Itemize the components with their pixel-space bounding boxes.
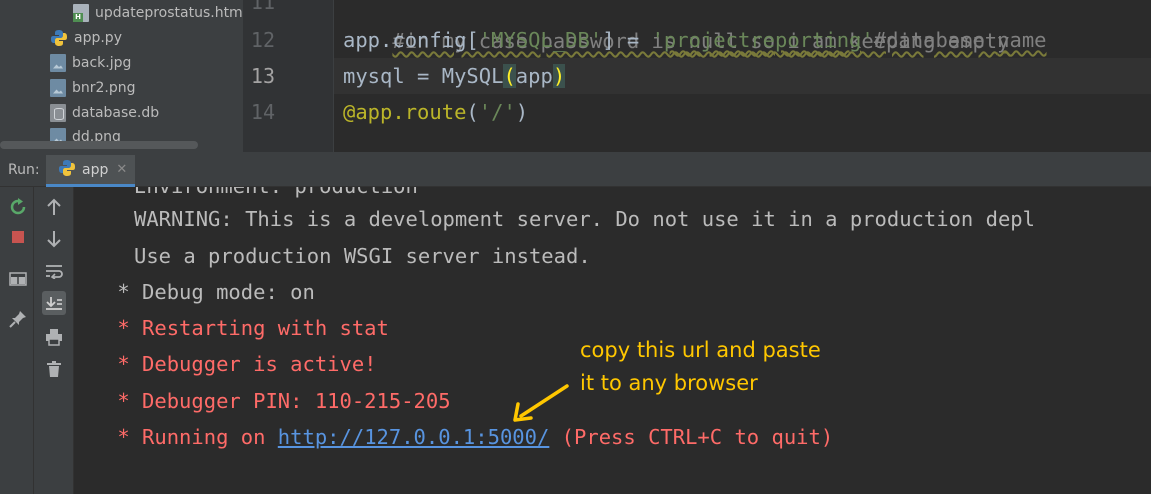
- run-label: Run:: [8, 162, 40, 178]
- code-line-13: mysql = MySQL(app): [343, 58, 566, 94]
- console-line-wsgi: Use a production WSGI server instead.: [134, 244, 591, 268]
- console-line-restarting: * Restarting with stat: [105, 316, 389, 340]
- run-tool-window-header: Run: app ✕: [0, 155, 1151, 187]
- console-line-debugger-pin: * Debugger PIN: 110-215-205: [105, 389, 451, 413]
- line-number: 11: [250, 0, 275, 14]
- annotation-note: copy this url and paste it to any browse…: [580, 334, 870, 400]
- code-string: '/': [478, 100, 516, 124]
- tree-item-back-jpg[interactable]: back.jpg: [50, 50, 131, 75]
- stop-icon[interactable]: [6, 225, 30, 249]
- line-number: 12: [250, 28, 275, 52]
- running-suffix: (Press CTRL+C to quit): [549, 425, 834, 449]
- running-prefix: * Running on: [105, 425, 278, 449]
- tree-item-database-db[interactable]: database.db: [50, 100, 159, 125]
- code-token: mysql = MySQL: [343, 64, 504, 88]
- down-arrow-icon[interactable]: [42, 227, 66, 251]
- image-file-icon: [50, 53, 66, 72]
- annotation-line-1: copy this url and paste: [580, 338, 821, 362]
- python-file-icon: [50, 29, 68, 47]
- code-token: (: [466, 100, 479, 124]
- tree-item-updateprostatus[interactable]: H updateprostatus.html: [73, 0, 243, 25]
- trash-icon[interactable]: [42, 357, 66, 381]
- tree-horizontal-scrollbar[interactable]: [0, 141, 198, 149]
- close-icon[interactable]: ✕: [116, 162, 127, 177]
- python-icon: [58, 159, 76, 181]
- html-file-icon: H: [73, 3, 89, 22]
- tree-item-label: back.jpg: [72, 54, 132, 71]
- code-paren-match: ): [552, 64, 566, 88]
- code-token: app: [515, 64, 553, 88]
- code-string: ': [651, 28, 664, 52]
- code-line-12: app.config['MYSQL_DB'] = 'projectreporti…: [343, 22, 1047, 58]
- code-string: 'MYSQL_DB': [478, 28, 603, 52]
- run-toolbar-secondary: [34, 187, 74, 494]
- code-string: projectreporting: [663, 28, 862, 52]
- rerun-icon[interactable]: [6, 195, 30, 219]
- console-line-debug-mode: * Debug mode: on: [105, 280, 315, 304]
- print-icon[interactable]: [42, 325, 66, 349]
- code-line-14: @app.route('/'): [343, 94, 528, 130]
- tree-item-label: bnr2.png: [72, 79, 136, 96]
- console-line-environment: Environment: production: [134, 187, 418, 201]
- code-comment: #database: [873, 28, 998, 52]
- code-token: app.config[: [343, 28, 479, 52]
- tree-item-bnr2-png[interactable]: bnr2.png: [50, 75, 136, 100]
- console-line-debugger-active: * Debugger is active!: [105, 352, 377, 376]
- line-number-gutter: 11 12 13 14: [243, 0, 334, 152]
- code-line-11: #in my case password is null so i am kee…: [343, 0, 1009, 53]
- annotation-arrow-icon: [513, 384, 569, 422]
- line-number: 14: [250, 100, 275, 124]
- project-tree: H updateprostatus.html app.py back.jpg b…: [0, 0, 243, 152]
- database-file-icon: [50, 103, 66, 122]
- server-url-link[interactable]: http://127.0.0.1:5000/: [278, 425, 550, 449]
- tab-label: app: [82, 161, 109, 178]
- image-file-icon: [50, 78, 66, 97]
- up-arrow-icon[interactable]: [42, 195, 66, 219]
- tab-app[interactable]: app ✕: [46, 155, 136, 187]
- layout-icon[interactable]: [6, 267, 30, 291]
- tree-item-app-py[interactable]: app.py: [50, 25, 122, 50]
- tree-item-label: app.py: [74, 29, 122, 46]
- code-editor[interactable]: #in my case password is null so i am kee…: [334, 0, 1151, 152]
- run-toolbar-primary: [0, 187, 34, 494]
- code-token: ): [515, 100, 529, 124]
- code-decorator: @app.route: [343, 100, 467, 124]
- code-string: ': [861, 28, 874, 52]
- code-token: ] =: [602, 28, 652, 52]
- pin-icon[interactable]: [6, 307, 30, 331]
- tree-item-label: updateprostatus.html: [95, 4, 243, 21]
- line-number-current: 13: [250, 64, 275, 88]
- soft-wrap-icon[interactable]: [42, 259, 66, 283]
- code-paren-match: (: [503, 64, 516, 88]
- console-line-warning: WARNING: This is a development server. D…: [134, 207, 1035, 231]
- console-line-running: * Running on http://127.0.0.1:5000/ (Pre…: [105, 422, 833, 452]
- scroll-to-end-icon[interactable]: [42, 291, 66, 315]
- code-comment: name: [997, 28, 1047, 52]
- tree-item-label: database.db: [72, 104, 160, 121]
- annotation-line-2: it to any browser: [580, 371, 758, 395]
